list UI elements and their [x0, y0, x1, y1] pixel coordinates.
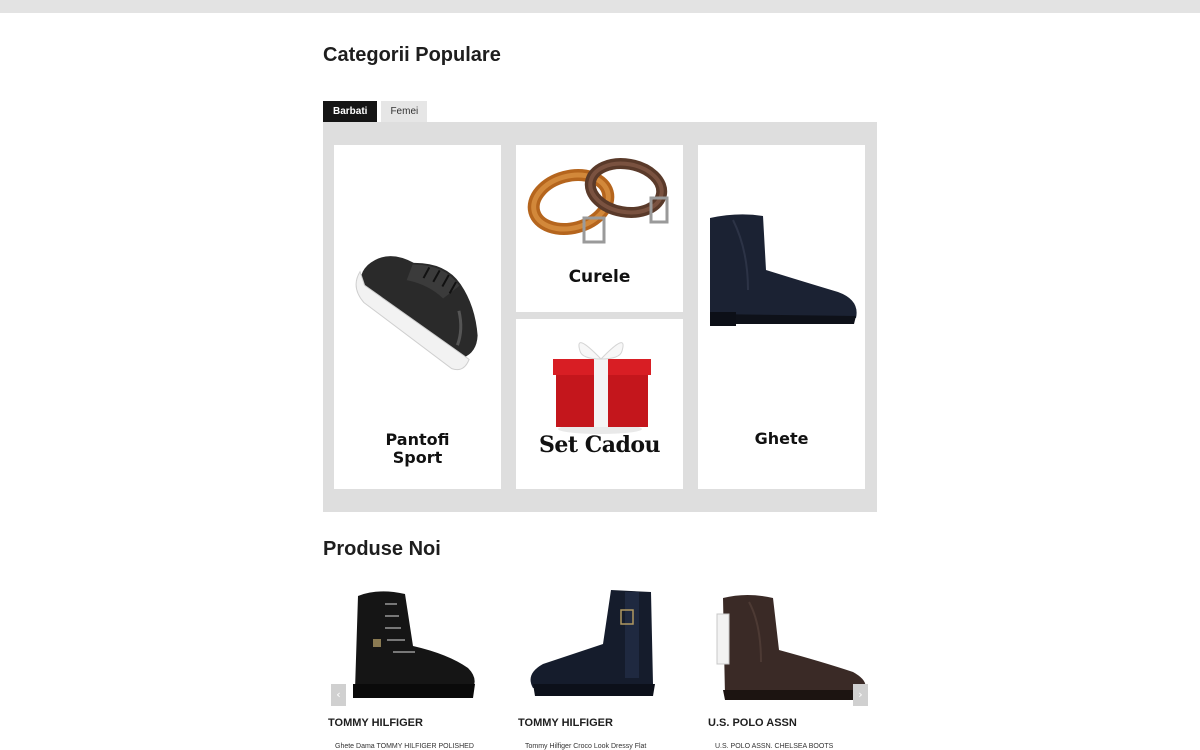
lace-up-boot-image — [353, 591, 475, 698]
product-brand: TOMMY HILFIGER — [518, 717, 613, 729]
category-label-curele: Curele — [568, 267, 631, 287]
category-card-pantofi-sport[interactable]: Pantofi Sport — [334, 145, 501, 489]
new-products-title: Produse Noi — [323, 538, 441, 560]
popular-categories-title: Categorii Populare — [323, 44, 501, 66]
product-card[interactable]: U.S. POLO ASSN U.S. POLO ASSN. CHELSEA B… — [703, 578, 873, 750]
category-card-ghete[interactable]: Ghete — [698, 145, 865, 489]
new-products-carousel: TOMMY HILFIGER Ghete Dama TOMMY HILFIGER… — [323, 578, 877, 750]
categories-panel: Pantofi Sport Curele Set Cadou Ghete — [323, 122, 877, 512]
category-label-line2: Sport — [392, 448, 443, 467]
carousel-next-icon[interactable]: › — [853, 684, 868, 706]
top-bar — [0, 0, 1200, 13]
ankle-boot-image — [530, 590, 655, 696]
category-label-line1: Pantofi — [385, 430, 450, 449]
tab-femei[interactable]: Femei — [381, 101, 428, 122]
product-brand: U.S. POLO ASSN — [708, 717, 797, 729]
product-name[interactable]: U.S. POLO ASSN. CHELSEA BOOTS — [715, 743, 833, 750]
chelsea-boot-image — [710, 214, 857, 326]
product-card[interactable]: TOMMY HILFIGER Ghete Dama TOMMY HILFIGER… — [323, 578, 493, 750]
product-name[interactable]: Tommy Hilfiger Croco Look Dressy Flat — [525, 743, 646, 750]
category-label-pantofi-sport: Pantofi Sport — [334, 431, 501, 467]
category-tabs: Barbati Femei — [323, 101, 428, 122]
sneaker-image — [355, 256, 478, 371]
carousel-prev-icon[interactable]: ‹ — [331, 684, 346, 706]
category-label-set-cadou: Set Cadou — [538, 432, 661, 458]
category-label-ghete: Ghete — [754, 429, 809, 448]
tab-barbati[interactable]: Barbati — [323, 101, 378, 122]
chelsea-boot-image — [716, 595, 866, 700]
product-card[interactable]: TOMMY HILFIGER Tommy Hilfiger Croco Look… — [513, 578, 683, 750]
product-name[interactable]: Ghete Dama TOMMY HILFIGER POLISHED — [335, 743, 474, 750]
product-brand: TOMMY HILFIGER — [328, 717, 423, 729]
gift-box-image — [553, 342, 651, 434]
category-card-curele[interactable]: Curele — [516, 145, 683, 312]
belts-image — [527, 158, 669, 244]
category-card-set-cadou[interactable]: Set Cadou — [516, 319, 683, 489]
